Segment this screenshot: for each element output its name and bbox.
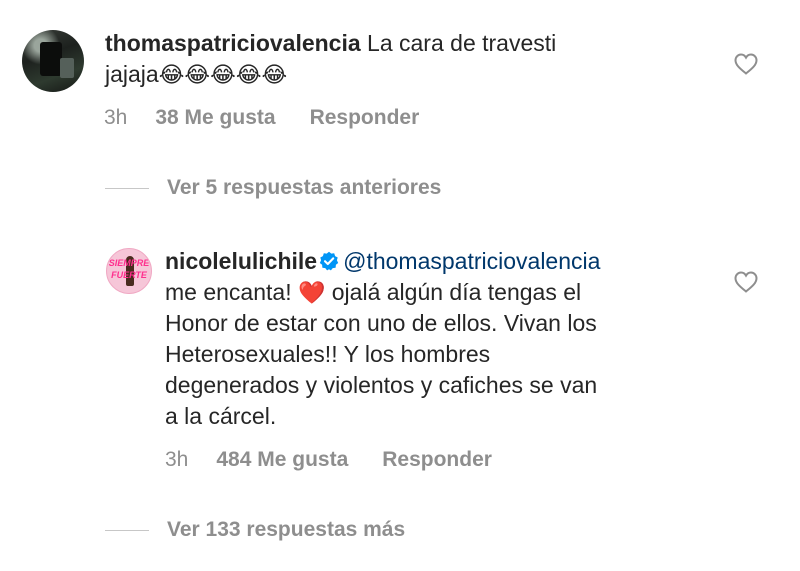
avatar-text: FUERTE: [111, 270, 147, 280]
likes-count[interactable]: 38 Me gusta: [155, 106, 275, 130]
timestamp: 3h: [104, 106, 128, 129]
comment-text: thomaspatriciovalencia La cara de traves…: [105, 28, 725, 90]
username[interactable]: thomaspatriciovalencia: [105, 30, 361, 56]
comment-body: La cara de travesti: [360, 30, 557, 56]
reply-button[interactable]: Responder: [310, 106, 420, 130]
avatar-text: SIEMPRE: [108, 258, 150, 268]
view-more-replies[interactable]: Ver 133 respuestas más: [105, 518, 405, 542]
view-previous-replies[interactable]: Ver 5 respuestas anteriores: [105, 176, 441, 200]
avatar[interactable]: [22, 30, 84, 92]
divider-line: [105, 529, 149, 531]
comment-body: a la cárcel.: [165, 403, 277, 429]
avatar[interactable]: SIEMPRE FUERTE: [106, 248, 152, 294]
reply-button[interactable]: Responder: [382, 448, 492, 472]
comment-body: Honor de estar con uno de ellos. Vivan l…: [165, 310, 597, 336]
comment-body: ojalá algún día tengas el: [325, 279, 582, 305]
comment-body: degenerados y violentos y cafiches se va…: [165, 372, 598, 398]
comment-body: me encanta!: [165, 279, 298, 305]
username[interactable]: nicolelulichile: [165, 248, 317, 274]
heart-icon[interactable]: [734, 53, 758, 75]
red-heart-emoji: ❤️: [297, 280, 326, 305]
divider-line: [105, 187, 149, 189]
mention-link[interactable]: @thomaspatriciovalencia: [343, 248, 600, 274]
comment-body: Heterosexuales!! Y los hombres: [165, 341, 491, 367]
laughing-emoji: 😂😂😂😂😂: [158, 62, 288, 87]
avatar-photo-shape: [60, 58, 74, 78]
view-previous-label: Ver 5 respuestas anteriores: [167, 176, 442, 199]
timestamp: 3h: [165, 448, 189, 471]
comment-body: jajaja: [105, 61, 159, 87]
view-more-label: Ver 133 respuestas más: [167, 518, 406, 541]
likes-count[interactable]: 484 Me gusta: [216, 448, 348, 472]
avatar-photo-shape: [40, 42, 62, 76]
heart-icon[interactable]: [734, 271, 758, 293]
comment-meta: 3h 38 Me gusta Responder: [104, 106, 419, 130]
comment-text: nicolelulichile @thomaspatriciovalencia m…: [165, 246, 725, 432]
comment-meta: 3h 484 Me gusta Responder: [165, 448, 492, 472]
verified-badge-icon: [319, 251, 339, 271]
